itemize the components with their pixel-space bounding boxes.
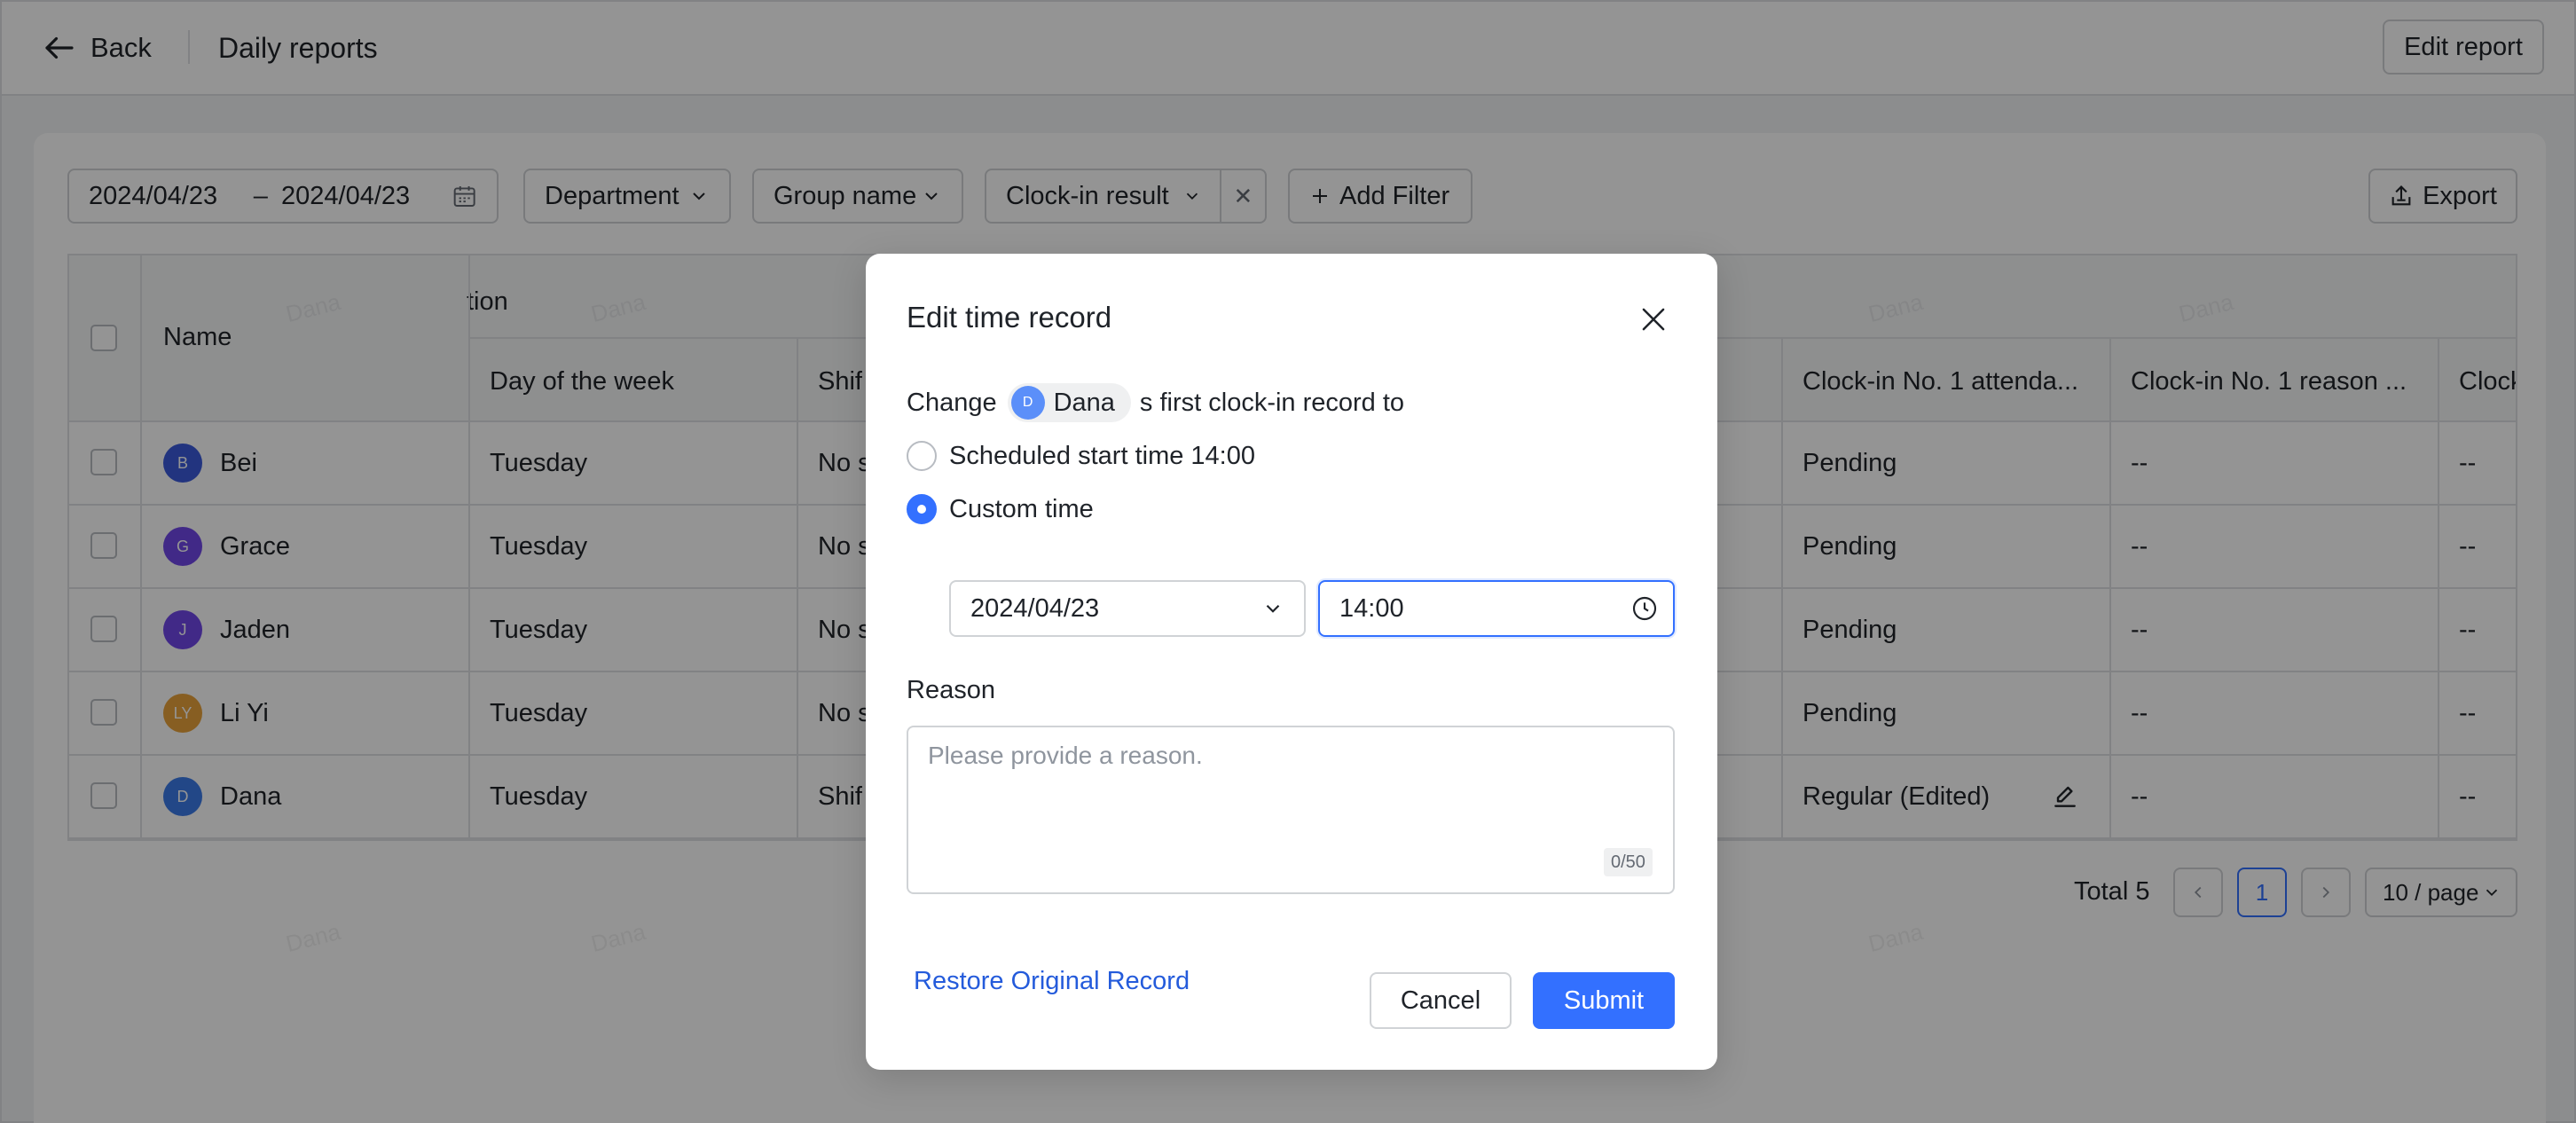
character-counter: 0/50 bbox=[1604, 848, 1653, 876]
user-chip: D Dana bbox=[1007, 383, 1131, 422]
restore-original-record-link[interactable]: Restore Original Record bbox=[914, 967, 1190, 996]
dialog-title: Edit time record bbox=[907, 301, 1112, 334]
option-scheduled-label: Scheduled start time 14:00 bbox=[949, 441, 1255, 470]
option-scheduled-time[interactable]: Scheduled start time 14:00 bbox=[907, 438, 1255, 474]
clock-icon[interactable] bbox=[1630, 594, 1659, 623]
close-icon bbox=[1642, 308, 1665, 331]
chevron-down-icon bbox=[1266, 604, 1280, 613]
date-select[interactable]: 2024/04/23 bbox=[949, 580, 1306, 637]
edit-time-record-dialog: Edit time record Change D Dana s first c… bbox=[866, 254, 1717, 1070]
change-instruction: Change D Dana s first clock-in record to bbox=[907, 383, 1404, 422]
radio-button-selected[interactable] bbox=[907, 494, 937, 524]
option-custom-time[interactable]: Custom time bbox=[907, 491, 1094, 527]
option-custom-label: Custom time bbox=[949, 494, 1094, 523]
cancel-button[interactable]: Cancel bbox=[1370, 972, 1512, 1029]
change-suffix: s first clock-in record to bbox=[1139, 388, 1405, 417]
time-input-value: 14:00 bbox=[1339, 593, 1404, 623]
change-prefix: Change bbox=[907, 388, 997, 417]
time-input[interactable]: 14:00 bbox=[1318, 580, 1675, 637]
submit-button[interactable]: Submit bbox=[1533, 972, 1675, 1029]
reason-label: Reason bbox=[907, 676, 995, 704]
reason-textarea[interactable] bbox=[907, 726, 1675, 894]
avatar: D bbox=[1010, 386, 1045, 420]
close-button[interactable] bbox=[1636, 302, 1671, 337]
radio-button[interactable] bbox=[907, 441, 937, 471]
user-chip-name: Dana bbox=[1053, 388, 1115, 417]
date-select-value: 2024/04/23 bbox=[970, 593, 1100, 623]
